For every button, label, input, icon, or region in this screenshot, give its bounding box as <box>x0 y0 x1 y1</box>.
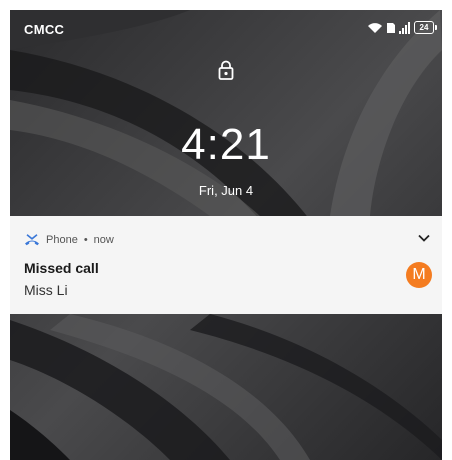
wifi-icon <box>368 22 382 33</box>
battery-icon: 24 <box>414 21 437 34</box>
chevron-down-icon[interactable] <box>418 234 430 242</box>
carrier-name: CMCC <box>24 22 65 37</box>
clock-time: 4:21 <box>181 120 271 169</box>
notification-header: Phone • now <box>24 234 114 246</box>
notification-separator: • <box>83 234 88 246</box>
notification-title: Missed call <box>24 260 99 276</box>
clock-date: Fri, Jun 4 <box>198 183 254 198</box>
lock-icon[interactable] <box>218 60 234 80</box>
status-bar: CMCC 24 <box>10 10 442 44</box>
phone-screen: CMCC 24 4:21 Fri, Jun 4 Phone • now Miss… <box>10 10 442 460</box>
notification-card[interactable]: Phone • now Missed call Miss Li M <box>10 216 442 314</box>
avatar: M <box>406 262 432 288</box>
signal-icon <box>399 21 410 34</box>
notification-app-name: Phone <box>46 234 78 246</box>
missed-call-icon <box>25 234 39 246</box>
notification-timestamp: now <box>93 234 114 246</box>
sim-icon <box>387 22 395 33</box>
status-icons: 24 <box>367 21 437 34</box>
notification-body: Miss Li <box>24 282 68 298</box>
